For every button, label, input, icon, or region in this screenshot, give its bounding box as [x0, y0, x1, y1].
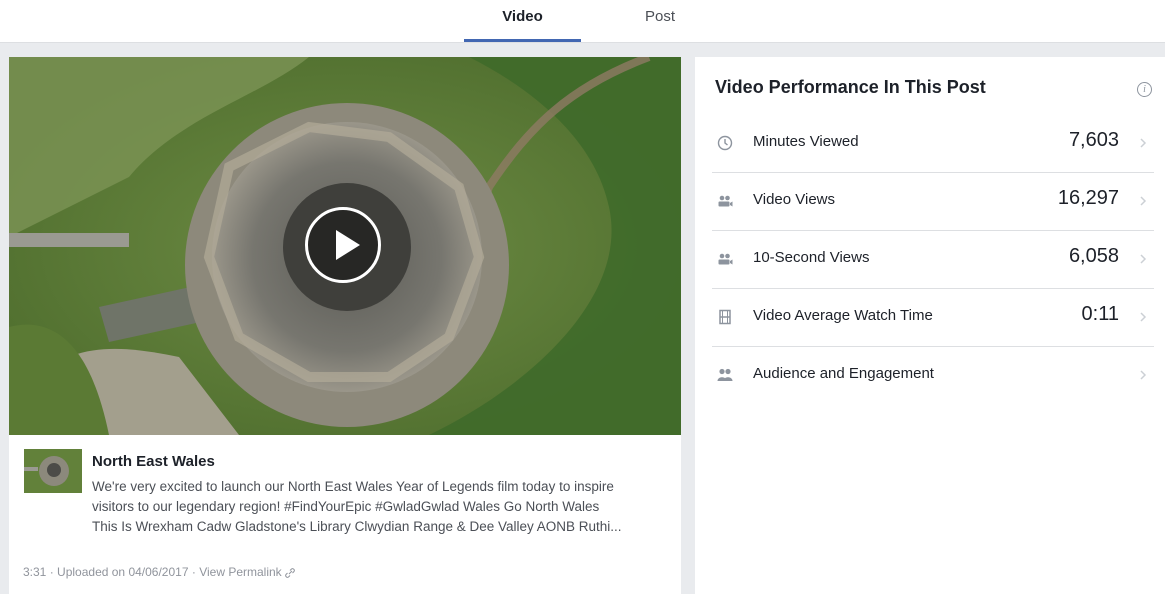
chevron-right-icon	[1140, 254, 1147, 264]
metric-label: Video Average Watch Time	[753, 307, 933, 324]
metric-label: Audience and Engagement	[753, 365, 934, 382]
video-meta: 3:31 · Uploaded on 04/06/2017 · View Per…	[23, 565, 295, 579]
panel-title: Video Performance In This Post	[715, 77, 986, 97]
video-duration: 3:31	[23, 565, 47, 579]
video-card: North East Wales We're very excited to l…	[9, 57, 681, 594]
chevron-right-icon	[1140, 196, 1147, 206]
post-thumbnail-image	[24, 449, 82, 493]
metric-label: 10-Second Views	[753, 249, 870, 266]
metric-value: 0:11	[1081, 303, 1119, 325]
top-tab-bar: Video Post	[0, 0, 1165, 43]
people-icon	[717, 368, 733, 381]
video-thumbnail[interactable]	[9, 57, 681, 435]
tab-post[interactable]: Post	[620, 0, 700, 42]
metric-row-10-second-views[interactable]: 10-Second Views 6,058	[712, 230, 1154, 289]
metric-row-audience-engagement[interactable]: Audience and Engagement	[712, 346, 1154, 404]
chevron-right-icon	[1140, 370, 1147, 380]
metric-value: 7,603	[1068, 129, 1119, 151]
view-permalink-link[interactable]: View Permalink	[199, 565, 281, 579]
metric-row-average-watch-time[interactable]: Video Average Watch Time 0:11	[712, 288, 1154, 347]
play-button[interactable]	[305, 207, 381, 283]
viewers-icon	[718, 195, 733, 207]
chevron-right-icon	[1140, 138, 1147, 148]
link-icon	[285, 568, 295, 578]
metric-value: 16,297	[1057, 187, 1119, 209]
post-description-line: This Is Wrexham Cadw Gladstone's Library…	[92, 519, 622, 534]
metric-label: Video Views	[753, 191, 836, 208]
metric-label: Minutes Viewed	[753, 133, 859, 150]
clock-icon	[717, 135, 733, 151]
post-page-name[interactable]: North East Wales	[92, 453, 215, 470]
tab-video-label: Video	[502, 8, 543, 25]
tab-video[interactable]: Video	[464, 0, 581, 42]
post-description: We're very excited to launch our North E…	[92, 477, 677, 537]
info-icon[interactable]: i	[1137, 82, 1152, 97]
post-description-line: visitors to our legendary region! #FindY…	[92, 499, 600, 514]
metric-row-video-views[interactable]: Video Views 16,297	[712, 172, 1154, 231]
upload-date: Uploaded on 04/06/2017	[57, 565, 189, 579]
meta-separator: ·	[49, 565, 54, 579]
film-icon	[719, 309, 731, 325]
chevron-right-icon	[1140, 312, 1147, 322]
video-performance-panel: Video Performance In This Post i Minutes…	[695, 57, 1165, 594]
metric-row-minutes-viewed[interactable]: Minutes Viewed 7,603	[712, 114, 1154, 173]
post-description-line: We're very excited to launch our North E…	[92, 479, 614, 494]
post-thumbnail[interactable]	[24, 449, 82, 493]
tab-post-label: Post	[644, 8, 675, 25]
active-tab-indicator	[464, 39, 581, 42]
viewers-icon	[718, 253, 733, 265]
metric-value: 6,058	[1068, 245, 1119, 267]
meta-separator: ·	[191, 565, 196, 579]
